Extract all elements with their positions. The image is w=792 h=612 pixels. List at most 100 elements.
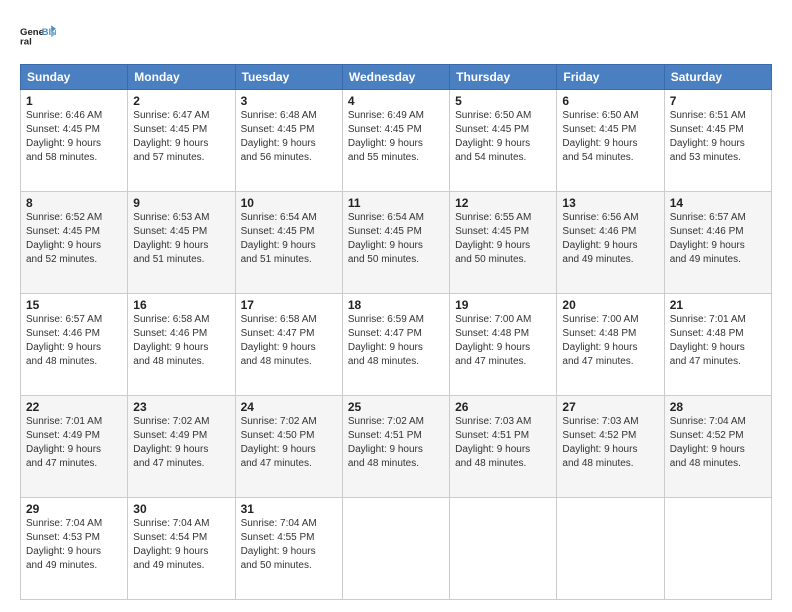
day-detail: Sunrise: 7:02 AM Sunset: 4:51 PM Dayligh… [348,415,444,471]
calendar-cell: 31Sunrise: 7:04 AM Sunset: 4:55 PM Dayli… [235,498,342,600]
day-number: 4 [348,94,444,108]
page: Gene ral Blue SundayMondayTuesdayWednesd… [0,0,792,612]
day-number: 17 [241,298,337,312]
calendar-cell: 15Sunrise: 6:57 AM Sunset: 4:46 PM Dayli… [21,294,128,396]
day-detail: Sunrise: 6:50 AM Sunset: 4:45 PM Dayligh… [562,109,658,165]
day-number: 14 [670,196,766,210]
calendar-cell: 14Sunrise: 6:57 AM Sunset: 4:46 PM Dayli… [664,192,771,294]
day-detail: Sunrise: 7:04 AM Sunset: 4:52 PM Dayligh… [670,415,766,471]
day-number: 28 [670,400,766,414]
calendar-cell: 7Sunrise: 6:51 AM Sunset: 4:45 PM Daylig… [664,90,771,192]
column-header-saturday: Saturday [664,65,771,90]
calendar-cell: 8Sunrise: 6:52 AM Sunset: 4:45 PM Daylig… [21,192,128,294]
calendar-cell: 13Sunrise: 6:56 AM Sunset: 4:46 PM Dayli… [557,192,664,294]
day-number: 27 [562,400,658,414]
day-number: 10 [241,196,337,210]
calendar-cell [664,498,771,600]
column-header-monday: Monday [128,65,235,90]
day-number: 2 [133,94,229,108]
day-detail: Sunrise: 7:04 AM Sunset: 4:53 PM Dayligh… [26,517,122,573]
day-detail: Sunrise: 7:04 AM Sunset: 4:54 PM Dayligh… [133,517,229,573]
day-number: 13 [562,196,658,210]
day-detail: Sunrise: 6:57 AM Sunset: 4:46 PM Dayligh… [670,211,766,267]
week-row-4: 22Sunrise: 7:01 AM Sunset: 4:49 PM Dayli… [21,396,772,498]
header: Gene ral Blue [20,18,772,54]
calendar-cell [557,498,664,600]
calendar-cell: 19Sunrise: 7:00 AM Sunset: 4:48 PM Dayli… [450,294,557,396]
week-row-3: 15Sunrise: 6:57 AM Sunset: 4:46 PM Dayli… [21,294,772,396]
day-detail: Sunrise: 6:49 AM Sunset: 4:45 PM Dayligh… [348,109,444,165]
day-detail: Sunrise: 7:00 AM Sunset: 4:48 PM Dayligh… [455,313,551,369]
day-detail: Sunrise: 6:54 AM Sunset: 4:45 PM Dayligh… [241,211,337,267]
day-number: 12 [455,196,551,210]
column-header-friday: Friday [557,65,664,90]
day-number: 6 [562,94,658,108]
day-detail: Sunrise: 7:03 AM Sunset: 4:51 PM Dayligh… [455,415,551,471]
calendar-cell [342,498,449,600]
day-detail: Sunrise: 7:02 AM Sunset: 4:49 PM Dayligh… [133,415,229,471]
calendar-cell [450,498,557,600]
calendar-cell: 21Sunrise: 7:01 AM Sunset: 4:48 PM Dayli… [664,294,771,396]
day-detail: Sunrise: 6:57 AM Sunset: 4:46 PM Dayligh… [26,313,122,369]
day-detail: Sunrise: 7:00 AM Sunset: 4:48 PM Dayligh… [562,313,658,369]
day-detail: Sunrise: 6:56 AM Sunset: 4:46 PM Dayligh… [562,211,658,267]
logo-svg: Gene ral Blue [20,18,56,54]
column-header-wednesday: Wednesday [342,65,449,90]
day-detail: Sunrise: 7:04 AM Sunset: 4:55 PM Dayligh… [241,517,337,573]
calendar-header-row: SundayMondayTuesdayWednesdayThursdayFrid… [21,65,772,90]
day-detail: Sunrise: 7:01 AM Sunset: 4:48 PM Dayligh… [670,313,766,369]
calendar-cell: 17Sunrise: 6:58 AM Sunset: 4:47 PM Dayli… [235,294,342,396]
week-row-1: 1Sunrise: 6:46 AM Sunset: 4:45 PM Daylig… [21,90,772,192]
day-detail: Sunrise: 6:52 AM Sunset: 4:45 PM Dayligh… [26,211,122,267]
calendar-cell: 27Sunrise: 7:03 AM Sunset: 4:52 PM Dayli… [557,396,664,498]
day-number: 15 [26,298,122,312]
calendar-cell: 20Sunrise: 7:00 AM Sunset: 4:48 PM Dayli… [557,294,664,396]
week-row-5: 29Sunrise: 7:04 AM Sunset: 4:53 PM Dayli… [21,498,772,600]
svg-text:ral: ral [20,36,32,47]
column-header-tuesday: Tuesday [235,65,342,90]
day-number: 7 [670,94,766,108]
calendar-cell: 22Sunrise: 7:01 AM Sunset: 4:49 PM Dayli… [21,396,128,498]
day-detail: Sunrise: 6:46 AM Sunset: 4:45 PM Dayligh… [26,109,122,165]
calendar-cell: 9Sunrise: 6:53 AM Sunset: 4:45 PM Daylig… [128,192,235,294]
day-number: 30 [133,502,229,516]
day-number: 31 [241,502,337,516]
day-number: 25 [348,400,444,414]
calendar-cell: 1Sunrise: 6:46 AM Sunset: 4:45 PM Daylig… [21,90,128,192]
day-number: 26 [455,400,551,414]
day-number: 8 [26,196,122,210]
column-header-thursday: Thursday [450,65,557,90]
column-header-sunday: Sunday [21,65,128,90]
calendar-cell: 25Sunrise: 7:02 AM Sunset: 4:51 PM Dayli… [342,396,449,498]
day-number: 22 [26,400,122,414]
day-detail: Sunrise: 6:51 AM Sunset: 4:45 PM Dayligh… [670,109,766,165]
day-detail: Sunrise: 6:47 AM Sunset: 4:45 PM Dayligh… [133,109,229,165]
day-detail: Sunrise: 7:02 AM Sunset: 4:50 PM Dayligh… [241,415,337,471]
calendar-cell: 29Sunrise: 7:04 AM Sunset: 4:53 PM Dayli… [21,498,128,600]
day-detail: Sunrise: 6:59 AM Sunset: 4:47 PM Dayligh… [348,313,444,369]
calendar-cell: 4Sunrise: 6:49 AM Sunset: 4:45 PM Daylig… [342,90,449,192]
calendar-cell: 6Sunrise: 6:50 AM Sunset: 4:45 PM Daylig… [557,90,664,192]
day-detail: Sunrise: 6:58 AM Sunset: 4:47 PM Dayligh… [241,313,337,369]
calendar-cell: 28Sunrise: 7:04 AM Sunset: 4:52 PM Dayli… [664,396,771,498]
day-number: 1 [26,94,122,108]
day-number: 24 [241,400,337,414]
day-number: 5 [455,94,551,108]
day-detail: Sunrise: 6:53 AM Sunset: 4:45 PM Dayligh… [133,211,229,267]
week-row-2: 8Sunrise: 6:52 AM Sunset: 4:45 PM Daylig… [21,192,772,294]
day-number: 16 [133,298,229,312]
day-number: 23 [133,400,229,414]
calendar-cell: 3Sunrise: 6:48 AM Sunset: 4:45 PM Daylig… [235,90,342,192]
day-number: 18 [348,298,444,312]
calendar-cell: 11Sunrise: 6:54 AM Sunset: 4:45 PM Dayli… [342,192,449,294]
calendar-body: 1Sunrise: 6:46 AM Sunset: 4:45 PM Daylig… [21,90,772,600]
day-number: 20 [562,298,658,312]
day-detail: Sunrise: 6:54 AM Sunset: 4:45 PM Dayligh… [348,211,444,267]
calendar-cell: 24Sunrise: 7:02 AM Sunset: 4:50 PM Dayli… [235,396,342,498]
calendar-cell: 10Sunrise: 6:54 AM Sunset: 4:45 PM Dayli… [235,192,342,294]
day-detail: Sunrise: 7:01 AM Sunset: 4:49 PM Dayligh… [26,415,122,471]
calendar-cell: 30Sunrise: 7:04 AM Sunset: 4:54 PM Dayli… [128,498,235,600]
calendar-cell: 23Sunrise: 7:02 AM Sunset: 4:49 PM Dayli… [128,396,235,498]
day-detail: Sunrise: 6:55 AM Sunset: 4:45 PM Dayligh… [455,211,551,267]
day-detail: Sunrise: 7:03 AM Sunset: 4:52 PM Dayligh… [562,415,658,471]
